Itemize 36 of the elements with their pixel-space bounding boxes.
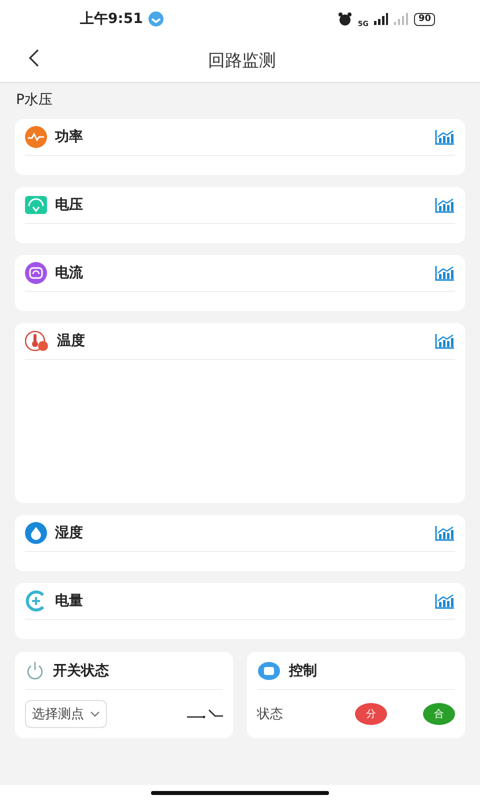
thermometer-icon bbox=[25, 330, 49, 352]
bar-chart-icon[interactable] bbox=[435, 593, 455, 609]
pulse-icon bbox=[25, 126, 47, 148]
section-label: P水压 bbox=[16, 91, 54, 109]
power-icon bbox=[25, 660, 45, 680]
bar-chart-icon[interactable] bbox=[435, 265, 455, 281]
page-title: 回路监测 bbox=[208, 50, 276, 72]
app-notification-icon bbox=[148, 11, 164, 27]
meter-icon bbox=[25, 262, 47, 284]
droplet-icon bbox=[25, 522, 47, 544]
metric-label: 电压 bbox=[55, 196, 83, 214]
metric-label: 功率 bbox=[55, 128, 83, 146]
signal-icon bbox=[374, 13, 388, 25]
back-icon[interactable] bbox=[27, 48, 41, 68]
battery-indicator: 90 bbox=[414, 12, 435, 26]
status-label: 状态 bbox=[257, 706, 283, 723]
bar-chart-icon[interactable] bbox=[435, 525, 455, 541]
signal-weak-icon bbox=[394, 13, 408, 25]
gauge-icon bbox=[25, 194, 47, 216]
bar-chart-icon[interactable] bbox=[435, 197, 455, 213]
panel-title: 控制 bbox=[289, 662, 317, 680]
chevron-down-icon bbox=[90, 711, 100, 717]
bar-chart-icon[interactable] bbox=[435, 333, 455, 349]
metric-label: 电流 bbox=[55, 264, 83, 282]
bar-chart-icon[interactable] bbox=[435, 129, 455, 145]
metric-label: 湿度 bbox=[55, 524, 83, 542]
measure-point-select[interactable]: 选择测点 bbox=[25, 700, 107, 728]
close-button[interactable]: 合 bbox=[423, 703, 455, 725]
panel-title: 开关状态 bbox=[53, 662, 109, 680]
metric-label: 电量 bbox=[55, 592, 83, 610]
time: 上午9:51 bbox=[80, 10, 143, 28]
charge-ring-icon bbox=[25, 590, 47, 612]
open-button[interactable]: 分 bbox=[355, 703, 387, 725]
metric-label: 温度 bbox=[57, 332, 85, 350]
switch-symbol-icon bbox=[187, 708, 223, 720]
control-ring-icon bbox=[257, 660, 281, 680]
